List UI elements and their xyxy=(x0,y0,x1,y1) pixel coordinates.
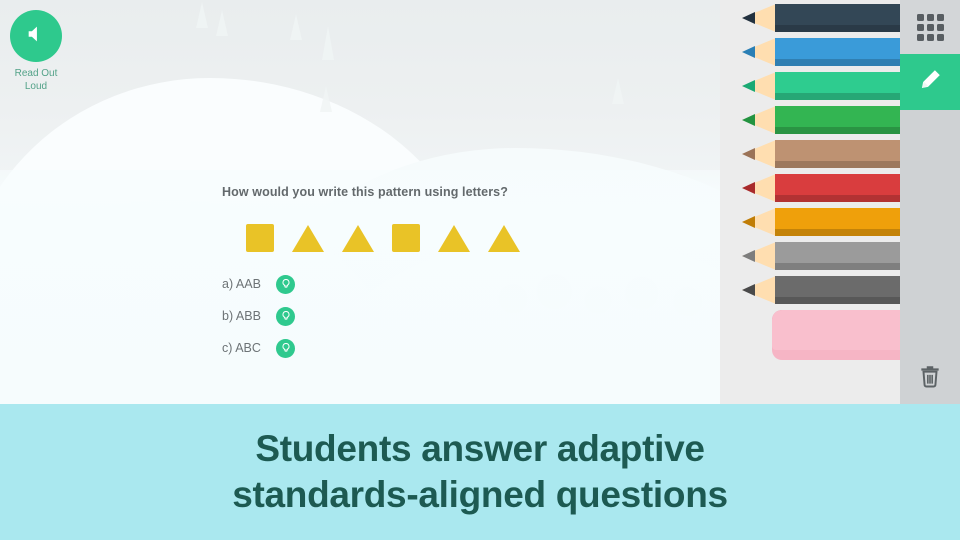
pencil-lead-icon xyxy=(742,80,755,92)
eraser-tool[interactable] xyxy=(772,310,920,360)
pattern-shape-square xyxy=(392,224,420,252)
grid-icon xyxy=(916,13,944,41)
pattern-shape-row xyxy=(246,224,520,252)
pencil-swatch-tan[interactable] xyxy=(742,140,922,168)
pencil-swatch-light-gray[interactable] xyxy=(742,242,922,270)
pattern-shape-triangle xyxy=(342,225,374,252)
pencil-swatch-dark-gray[interactable] xyxy=(742,276,922,304)
pencil-tool-button[interactable] xyxy=(900,54,960,110)
pencil-lead-icon xyxy=(742,284,755,296)
pattern-shape-triangle xyxy=(488,225,520,252)
trash-icon xyxy=(917,363,943,394)
caption-line-2: standards-aligned questions xyxy=(232,474,728,515)
lightbulb-icon[interactable] xyxy=(276,274,295,294)
answer-option-label: a) AAB xyxy=(222,277,261,291)
pencil-swatch-red[interactable] xyxy=(742,174,922,202)
tree-icon xyxy=(322,26,334,60)
answer-option-label: b) ABB xyxy=(222,309,261,323)
answer-option[interactable]: c) ABC xyxy=(222,332,295,364)
pencil-swatch-blue[interactable] xyxy=(742,38,922,66)
tree-icon xyxy=(290,14,302,40)
pencil-lead-icon xyxy=(742,182,755,194)
read-out-loud-label: Read Out Loud xyxy=(14,68,58,92)
pencil-swatch-green[interactable] xyxy=(742,106,922,134)
answer-option[interactable]: b) ABB xyxy=(222,300,295,332)
pattern-shape-square xyxy=(246,224,274,252)
pencil-lead-icon xyxy=(742,250,755,262)
pencil-swatch-orange[interactable] xyxy=(742,208,922,236)
color-palette-panel xyxy=(720,0,922,404)
pencil-lead-icon xyxy=(742,216,755,228)
question-card xyxy=(0,170,720,404)
pencil-swatch-teal[interactable] xyxy=(742,72,922,100)
pattern-shape-triangle xyxy=(438,225,470,252)
eraser-top xyxy=(772,310,920,350)
tree-icon xyxy=(196,2,208,28)
lightbulb-icon[interactable] xyxy=(276,306,295,326)
tree-icon xyxy=(216,10,228,36)
screenshot-root: Read Out Loud How would you write this p… xyxy=(0,0,960,540)
answer-option[interactable]: a) AAB xyxy=(222,268,295,300)
tree-icon xyxy=(612,78,624,104)
pencil-lead-icon xyxy=(742,114,755,126)
pencil-lead-icon xyxy=(742,46,755,58)
pencil-swatch-navy[interactable] xyxy=(742,4,922,32)
trash-button[interactable] xyxy=(900,352,960,404)
pencil-lead-icon xyxy=(742,12,755,24)
read-out-loud-button[interactable] xyxy=(10,10,62,62)
app-area: Read Out Loud How would you write this p… xyxy=(0,0,960,404)
pattern-shape-triangle xyxy=(292,225,324,252)
answer-option-label: c) ABC xyxy=(222,341,261,355)
tree-icon xyxy=(320,86,332,112)
caption-line-1: Students answer adaptive xyxy=(255,428,705,469)
lightbulb-icon[interactable] xyxy=(276,338,295,358)
pencil-icon xyxy=(916,66,944,99)
question-prompt: How would you write this pattern using l… xyxy=(222,185,508,199)
speaker-icon xyxy=(25,23,47,50)
pencil-lead-icon xyxy=(742,148,755,160)
answer-options: a) AAB b) ABB c) ABC xyxy=(222,268,295,364)
caption-banner: Students answer adaptive standards-align… xyxy=(0,404,960,540)
grid-button[interactable] xyxy=(900,0,960,54)
read-out-loud-control[interactable]: Read Out Loud xyxy=(10,10,62,93)
